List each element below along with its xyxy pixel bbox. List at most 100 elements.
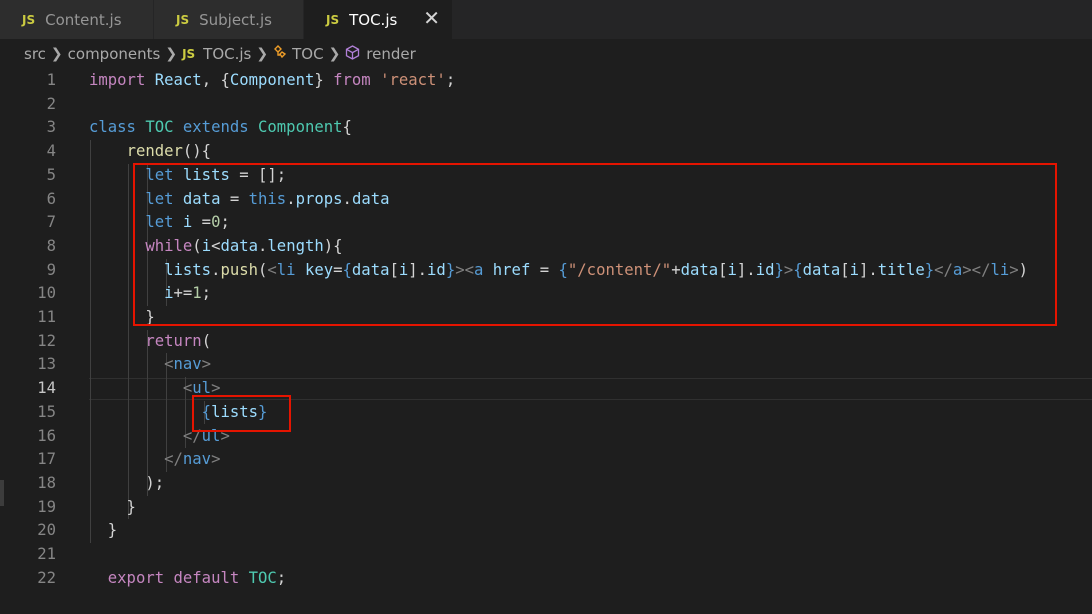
code-token: (){: [182, 142, 212, 161]
line-number: 11: [37, 308, 56, 326]
js-file-icon: JS: [176, 12, 190, 27]
code-line[interactable]: 19 }: [0, 496, 1092, 520]
chevron-right-icon: ❯: [165, 46, 178, 62]
method-cube-icon: [345, 44, 360, 64]
highlight-box-while-loop: [133, 163, 1057, 326]
js-file-icon: JS: [22, 12, 36, 27]
line-number: 19: [37, 497, 56, 516]
code-token: nav: [173, 355, 202, 374]
tab-content-js[interactable]: JS Content.js: [0, 0, 154, 39]
code-token: ;: [276, 568, 287, 587]
code-line[interactable]: 16 </ul>: [0, 425, 1092, 449]
editor-tab-bar: JS Content.js JS Subject.js JS TOC.js ✕: [0, 0, 1092, 39]
code-token: default: [173, 568, 240, 587]
code-token: from: [333, 71, 371, 89]
close-icon[interactable]: ✕: [423, 8, 440, 28]
tab-label: TOC.js: [349, 10, 398, 29]
tab-label: Subject.js: [199, 10, 272, 29]
chevron-right-icon: ❯: [50, 46, 63, 62]
line-number: 2: [46, 94, 56, 113]
line-number: 21: [37, 545, 56, 563]
code-text: class TOC extends Component{: [89, 116, 352, 140]
code-text: </nav>: [89, 448, 220, 472]
code-text: render(){: [89, 140, 212, 164]
code-token: TOC: [248, 568, 277, 587]
code-line[interactable]: 13 <nav>: [0, 353, 1092, 377]
line-number: 6: [46, 189, 56, 208]
code-line[interactable]: 4 render(){: [0, 140, 1092, 164]
code-token: import: [89, 71, 146, 89]
chevron-right-icon: ❯: [256, 46, 269, 62]
code-token: ;: [445, 71, 456, 89]
line-number: 20: [37, 521, 56, 540]
code-token: {: [342, 118, 352, 137]
code-token: (: [201, 331, 212, 350]
line-number: 14: [37, 379, 56, 398]
code-token: Component: [258, 118, 343, 137]
line-number: 15: [37, 402, 56, 421]
code-line[interactable]: 14 <ul>: [0, 377, 1092, 401]
code-token: render: [126, 142, 183, 161]
code-line[interactable]: 15 {lists}: [0, 401, 1092, 425]
code-token: Component: [229, 71, 315, 89]
code-text: return(: [89, 330, 211, 354]
code-token: class: [89, 118, 136, 137]
code-line[interactable]: 2: [0, 93, 1092, 117]
code-token: TOC: [145, 118, 174, 137]
code-token: >: [211, 450, 221, 469]
line-number: 1: [46, 71, 56, 89]
tab-subject-js[interactable]: JS Subject.js: [154, 0, 304, 39]
code-token: , {: [201, 71, 230, 89]
line-number: 3: [46, 118, 56, 137]
line-number: 4: [46, 142, 56, 161]
code-token: }: [89, 521, 118, 540]
code-line[interactable]: 1 import React, {Component} from 'react';: [0, 69, 1092, 93]
code-token: nav: [182, 450, 212, 469]
line-number: 10: [37, 284, 56, 303]
breadcrumb: src ❯ components ❯ JS TOC.js ❯ TOC ❯ ren…: [0, 39, 1092, 69]
code-token: 'react': [380, 71, 446, 89]
code-text: }: [89, 519, 117, 543]
code-line[interactable]: 3 class TOC extends Component{: [0, 116, 1092, 140]
line-number: 18: [37, 473, 56, 492]
code-editor[interactable]: 1 import React, {Component} from 'react';…: [0, 68, 1092, 614]
code-line[interactable]: 20 }: [0, 519, 1092, 543]
code-line[interactable]: 21: [0, 543, 1092, 567]
highlight-box-lists: [192, 395, 291, 432]
code-text: export default TOC;: [89, 567, 286, 591]
code-text: );: [89, 472, 164, 496]
line-number: 7: [46, 213, 56, 232]
code-token: }: [89, 497, 136, 516]
breadcrumb-class[interactable]: TOC: [292, 45, 323, 63]
breadcrumb-method[interactable]: render: [366, 45, 416, 63]
code-line[interactable]: 22 export default TOC;: [0, 567, 1092, 591]
tab-toc-js[interactable]: JS TOC.js ✕: [304, 0, 453, 39]
code-token: return: [145, 331, 202, 350]
class-symbol-icon: [273, 45, 287, 63]
line-number: 8: [46, 236, 56, 255]
code-token: extends: [182, 118, 249, 137]
code-line[interactable]: 18 );: [0, 472, 1092, 496]
breadcrumb-folder-src[interactable]: src: [24, 45, 46, 63]
line-number: 13: [37, 355, 56, 374]
code-line[interactable]: 12 return(: [0, 330, 1092, 354]
breadcrumb-file[interactable]: TOC.js: [203, 45, 251, 63]
code-token: );: [89, 473, 165, 492]
code-token: }: [314, 71, 334, 89]
breadcrumb-folder-components[interactable]: components: [68, 45, 161, 63]
code-token: export: [107, 568, 165, 587]
code-text: import React, {Component} from 'react';: [89, 69, 455, 93]
code-line[interactable]: 17 </nav>: [0, 448, 1092, 472]
